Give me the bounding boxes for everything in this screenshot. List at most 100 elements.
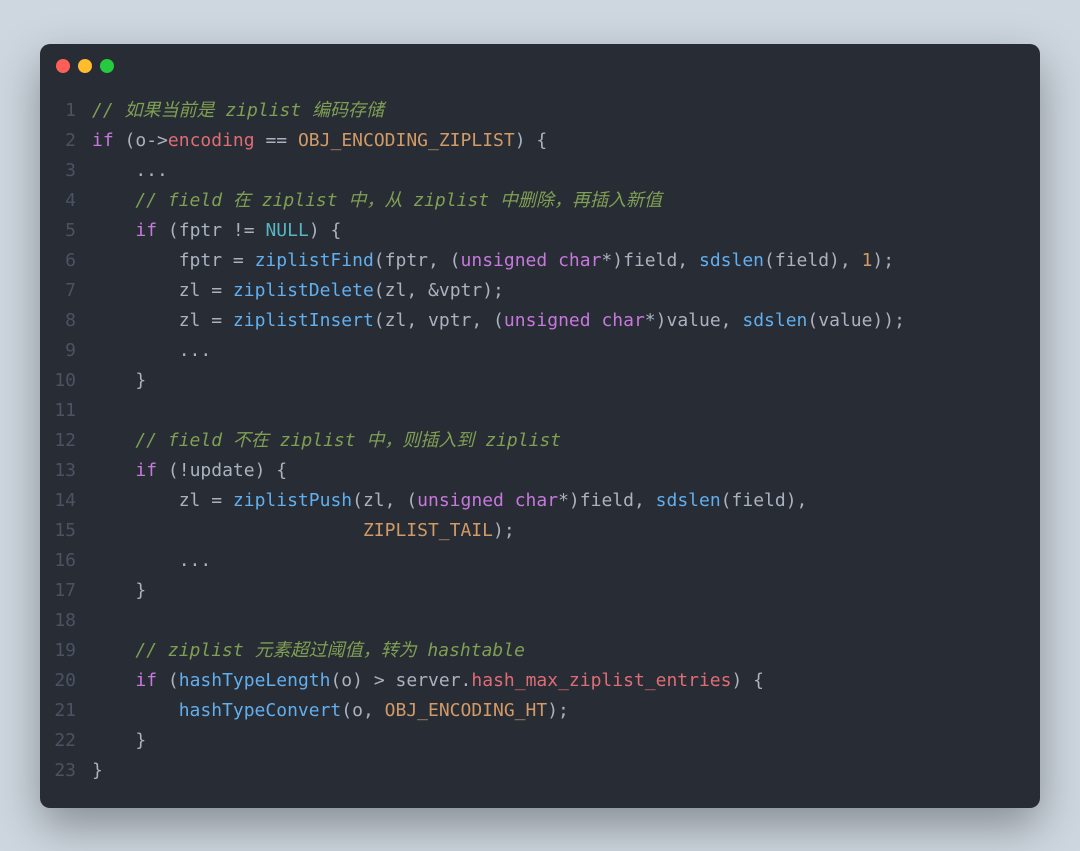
token-type: unsigned [417,490,504,511]
token-punct [92,250,179,271]
token-punct: ... [92,340,211,361]
token-func: hashTypeLength [179,670,331,691]
token-op: != [222,220,265,241]
token-ident: o [341,670,352,691]
token-punct: ) [352,670,374,691]
token-punct [92,640,135,661]
token-comment: // ziplist 元素超过阈值，转为 hashtable [135,640,525,661]
code-line: 22 } [40,726,1040,756]
code-line: 4 // field 在 ziplist 中，从 ziplist 中删除，再插入… [40,186,1040,216]
token-punct: ... [92,160,168,181]
token-func: sdslen [742,310,807,331]
token-num: 1 [862,250,873,271]
token-ident: zl [385,310,407,331]
line-number: 21 [40,696,92,726]
token-punct: ... [92,550,211,571]
token-ident: zl [179,310,201,331]
token-punct: ) { [731,670,764,691]
line-source: // ziplist 元素超过阈值，转为 hashtable [92,636,1040,666]
code-line: 6 fptr = ziplistFind(fptr, (unsigned cha… [40,246,1040,276]
token-punct [385,670,396,691]
token-punct: , ( [471,310,504,331]
line-number: 17 [40,576,92,606]
line-number: 23 [40,756,92,786]
line-source: ... [92,336,1040,366]
line-number: 18 [40,606,92,636]
token-punct [547,250,558,271]
line-number: 20 [40,666,92,696]
token-punct: ( [807,310,818,331]
token-op: = [200,490,233,511]
token-ident: value [818,310,872,331]
token-func: sdslen [699,250,764,271]
code-line: 23} [40,756,1040,786]
token-punct: ), [786,490,808,511]
token-comment: // field 在 ziplist 中，从 ziplist 中删除，再插入新值 [135,190,662,211]
token-ident: fptr [179,220,222,241]
line-number: 16 [40,546,92,576]
token-punct: ) { [309,220,342,241]
token-punct: } [92,580,146,601]
line-number: 7 [40,276,92,306]
token-punct: ( [764,250,775,271]
code-line: 14 zl = ziplistPush(zl, (unsigned char*)… [40,486,1040,516]
token-punct: ( [330,670,341,691]
close-icon[interactable] [56,59,70,73]
line-number: 15 [40,516,92,546]
zoom-icon[interactable] [100,59,114,73]
token-ident: field [732,490,786,511]
line-source: if (hashTypeLength(o) > server.hash_max_… [92,666,1040,696]
token-punct: , [406,310,428,331]
token-ident: server [396,670,461,691]
line-number: 8 [40,306,92,336]
token-punct [92,310,179,331]
token-punct [92,700,179,721]
code-line: 8 zl = ziplistInsert(zl, vptr, (unsigned… [40,306,1040,336]
token-ident: o [352,700,363,721]
token-punct: . [461,670,472,691]
token-punct: } [92,760,103,781]
token-punct: ( [374,280,385,301]
token-key: if [135,670,157,691]
token-punct: ) [656,310,667,331]
token-punct: ( [114,130,136,151]
code-line: 15 ZIPLIST_TAIL); [40,516,1040,546]
line-source: if (o->encoding == OBJ_ENCODING_ZIPLIST)… [92,126,1040,156]
line-source: // field 在 ziplist 中，从 ziplist 中删除，再插入新值 [92,186,1040,216]
code-line: 10 } [40,366,1040,396]
token-punct [92,460,135,481]
token-amp: & [428,280,439,301]
token-punct [92,220,135,241]
token-punct: ( [374,250,385,271]
token-func: ziplistDelete [233,280,374,301]
token-ident: zl [179,490,201,511]
token-punct [92,280,179,301]
token-func: ziplistFind [255,250,374,271]
token-op: = [222,250,255,271]
token-comment: // 如果当前是 ziplist 编码存储 [92,100,384,121]
line-number: 4 [40,186,92,216]
token-ident: vptr [428,310,471,331]
token-punct: } [92,370,146,391]
token-ident: zl [363,490,385,511]
line-source: hashTypeConvert(o, OBJ_ENCODING_HT); [92,696,1040,726]
minimize-icon[interactable] [78,59,92,73]
token-punct: , [406,280,428,301]
token-punct [92,520,363,541]
code-line: 11 [40,396,1040,426]
line-number: 1 [40,96,92,126]
line-number: 19 [40,636,92,666]
token-op: = [200,310,233,331]
code-area[interactable]: 1// 如果当前是 ziplist 编码存储2if (o->encoding =… [40,88,1040,808]
line-number: 13 [40,456,92,486]
token-type: char [601,310,644,331]
code-line: 12 // field 不在 ziplist 中，则插入到 ziplist [40,426,1040,456]
window-titlebar [40,44,1040,88]
token-punct: ( [157,460,179,481]
code-line: 19 // ziplist 元素超过阈值，转为 hashtable [40,636,1040,666]
token-op: * [558,490,569,511]
line-number: 6 [40,246,92,276]
token-punct: ( [352,490,363,511]
token-punct: ) [569,490,580,511]
token-field: encoding [168,130,255,151]
